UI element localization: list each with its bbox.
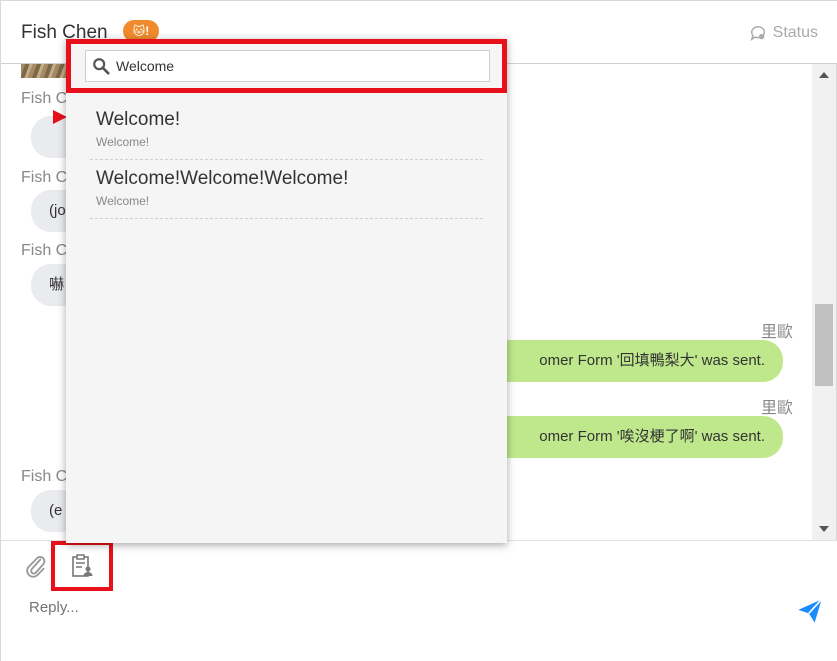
paperclip-icon[interactable]: [23, 553, 49, 579]
message-sender: Fish C: [21, 169, 68, 186]
result-list: Welcome! Welcome! Welcome!Welcome!Welcom…: [90, 101, 483, 219]
scroll-down-arrow-icon[interactable]: [819, 526, 829, 532]
clipboard-form-icon: [72, 554, 93, 577]
quick-reply-popup: Welcome! Welcome! Welcome!Welcome!Welcom…: [66, 39, 507, 543]
search-highlight: [66, 39, 507, 93]
paper-plane-icon[interactable]: [796, 597, 824, 625]
chat-scrollbar[interactable]: [812, 64, 836, 540]
search-icon: [93, 58, 110, 75]
customer-form-button[interactable]: [51, 541, 113, 591]
result-title: Welcome!: [96, 109, 181, 130]
status-button[interactable]: Status: [749, 24, 818, 42]
search-box[interactable]: [85, 50, 490, 82]
composer: [1, 540, 837, 661]
flag-icon: [53, 110, 67, 124]
message-sender: 里歐: [760, 324, 793, 341]
chat-window: Fish Chen 🐱! Status Fish C Fish C (jo Fi…: [0, 0, 837, 661]
scroll-up-arrow-icon[interactable]: [819, 72, 829, 78]
search-input[interactable]: [116, 58, 476, 74]
chat-status-icon: [749, 26, 765, 42]
message-bubble: omer Form '回填鴨梨大' was sent.: [459, 340, 783, 382]
list-item[interactable]: Welcome! Welcome!: [90, 101, 483, 160]
message-sender: Fish C: [21, 468, 68, 485]
list-item[interactable]: Welcome!Welcome!Welcome! Welcome!: [90, 160, 483, 219]
message-sender: Fish C: [21, 242, 68, 259]
message-sender: 里歐: [760, 400, 793, 417]
message-bubble: omer Form '唉沒梗了啊' was sent.: [459, 416, 783, 458]
result-title: Welcome!Welcome!Welcome!: [96, 168, 349, 189]
result-subtitle: Welcome!: [96, 194, 150, 208]
scroll-thumb[interactable]: [815, 304, 833, 386]
result-subtitle: Welcome!: [96, 135, 150, 149]
message-sender: Fish C: [21, 90, 68, 107]
status-label: Status: [772, 24, 818, 41]
reply-input[interactable]: [29, 599, 769, 616]
image-thumbnail[interactable]: [21, 64, 69, 78]
